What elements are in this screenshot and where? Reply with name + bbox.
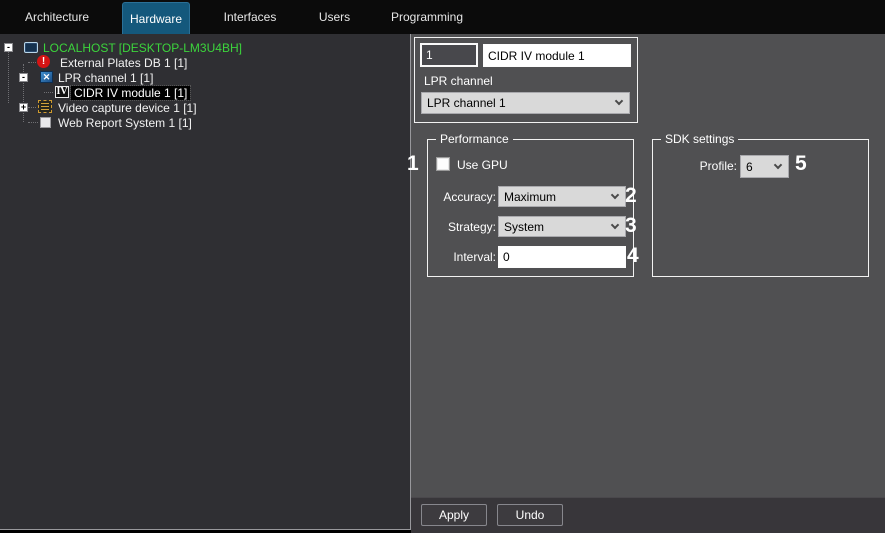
lpr-channel-selected-value: LPR channel 1 — [427, 96, 506, 110]
tree-item-label-selected: CIDR IV module 1 [1] — [71, 86, 190, 100]
module-name-input[interactable]: CIDR IV module 1 — [483, 44, 631, 67]
chip-icon — [38, 100, 52, 113]
tab-architecture[interactable]: Architecture — [10, 0, 104, 34]
chevron-down-icon — [611, 220, 619, 228]
callout-1: 1 — [407, 153, 419, 175]
lpr-channel-select[interactable]: LPR channel 1 — [421, 92, 630, 114]
module-number-input[interactable]: 1 — [420, 43, 478, 67]
tree-item-label: External Plates DB 1 [1] — [60, 56, 187, 70]
interval-input[interactable]: 0 — [498, 246, 626, 268]
tree-item-label: Web Report System 1 [1] — [58, 116, 192, 130]
use-gpu-label: Use GPU — [457, 158, 508, 172]
tree-row-lpr-channel[interactable]: - ✕ LPR channel 1 [1] — [0, 70, 411, 85]
collapse-toggle-icon[interactable]: - — [19, 73, 28, 82]
alert-icon: ! — [37, 55, 50, 68]
accuracy-label: Accuracy: — [430, 190, 496, 204]
strategy-selected-value: System — [504, 220, 544, 234]
tree-row-video-capture[interactable]: + Video capture device 1 [1] — [0, 100, 411, 115]
undo-button[interactable]: Undo — [497, 504, 563, 526]
performance-group-title: Performance — [436, 132, 513, 147]
tree-item-label: LOCALHOST [DESKTOP-LM3U4BH] — [43, 41, 242, 55]
tab-hardware[interactable]: Hardware — [122, 2, 190, 34]
accuracy-selected-value: Maximum — [504, 190, 556, 204]
strategy-label: Strategy: — [430, 220, 496, 234]
profile-label: Profile: — [680, 159, 737, 173]
tab-programming[interactable]: Programming — [385, 0, 469, 34]
tree-row-cidr-module[interactable]: IV CIDR IV module 1 [1] — [0, 85, 411, 100]
callout-5: 5 — [795, 153, 807, 175]
accuracy-select[interactable]: Maximum — [498, 186, 626, 207]
apply-button[interactable]: Apply — [421, 504, 487, 526]
profile-select[interactable]: 6 — [740, 155, 789, 178]
tree-row-external-plates-db[interactable]: ! External Plates DB 1 [1] — [0, 55, 411, 70]
cidr-module-icon: IV — [55, 86, 69, 98]
main-tabbar: Architecture Hardware Interfaces Users P… — [0, 0, 885, 34]
tab-users[interactable]: Users — [307, 0, 362, 34]
lpr-channel-label: LPR channel — [424, 74, 493, 88]
chevron-down-icon — [615, 97, 623, 105]
callout-2: 2 — [625, 185, 637, 207]
computer-icon — [24, 42, 38, 53]
tab-interfaces[interactable]: Interfaces — [212, 0, 288, 34]
application-window: Architecture Hardware Interfaces Users P… — [0, 0, 885, 533]
callout-4: 4 — [627, 245, 639, 267]
interval-label: Interval: — [430, 250, 496, 264]
strategy-select[interactable]: System — [498, 216, 626, 237]
chevron-down-icon — [774, 160, 782, 168]
callout-3: 3 — [625, 215, 637, 237]
lpr-channel-icon: ✕ — [40, 71, 53, 83]
tree-row-localhost[interactable]: - LOCALHOST [DESKTOP-LM3U4BH] — [0, 40, 411, 55]
tree-item-label: LPR channel 1 [1] — [58, 71, 153, 85]
sdk-settings-group-title: SDK settings — [661, 132, 738, 147]
tree-row-web-report[interactable]: Web Report System 1 [1] — [0, 115, 411, 130]
chevron-down-icon — [611, 190, 619, 198]
module-icon — [40, 117, 51, 128]
expand-toggle-icon[interactable]: + — [19, 103, 28, 112]
hardware-tree-panel: - LOCALHOST [DESKTOP-LM3U4BH] ! External… — [0, 34, 411, 530]
tree-item-label: Video capture device 1 [1] — [58, 101, 197, 115]
action-bar: Apply Undo — [411, 497, 885, 533]
collapse-toggle-icon[interactable]: - — [4, 43, 13, 52]
use-gpu-checkbox[interactable] — [436, 157, 450, 171]
profile-selected-value: 6 — [746, 160, 753, 174]
